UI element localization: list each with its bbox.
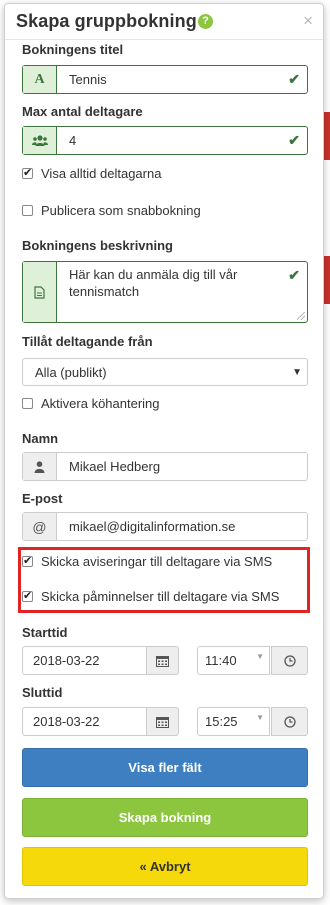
checkbox-unchecked[interactable] xyxy=(22,205,33,216)
sms-notify-checkbox[interactable]: Skicka aviseringar till deltagare via SM… xyxy=(22,554,272,569)
document-icon xyxy=(23,262,57,322)
checkbox-unchecked[interactable] xyxy=(22,398,33,409)
close-icon[interactable]: × xyxy=(303,11,313,31)
user-icon xyxy=(23,453,57,480)
start-clock-button[interactable] xyxy=(271,646,308,675)
caret-down-icon: ▼ xyxy=(292,367,302,378)
caret-down-icon: ▼ xyxy=(256,713,264,722)
sms-remind-text: Skicka påminnelser till deltagare via SM… xyxy=(41,589,280,604)
modal-title: Skapa gruppbokning xyxy=(16,11,197,31)
show-participants-text: Visa alltid deltagarna xyxy=(41,166,162,181)
queue-checkbox[interactable]: Aktivera köhantering xyxy=(22,396,160,411)
start-label: Starttid xyxy=(22,625,68,640)
queue-text: Aktivera köhantering xyxy=(41,396,160,411)
start-time-value: 11:40 xyxy=(205,653,237,668)
name-value: Mikael Hedberg xyxy=(69,459,161,474)
end-time-value: 15:25 xyxy=(205,714,238,729)
end-date-value: 2018-03-22 xyxy=(33,714,100,729)
title-label: Bokningens titel xyxy=(22,42,124,57)
publish-quick-text: Publicera som snabbokning xyxy=(41,203,201,218)
checkbox-checked[interactable] xyxy=(22,554,33,567)
allow-from-value: Alla (publikt) xyxy=(35,365,107,380)
start-time-input[interactable]: 11:40 ▼ xyxy=(197,646,270,675)
description-label: Bokningens beskrivning xyxy=(22,238,173,253)
create-booking-button[interactable]: Skapa bokning xyxy=(22,798,308,837)
start-date-value: 2018-03-22 xyxy=(33,653,100,668)
calendar-icon xyxy=(156,716,169,728)
checkbox-checked[interactable] xyxy=(22,166,33,179)
title-field[interactable]: A Tennis ✔ xyxy=(22,65,308,94)
cancel-button[interactable]: « Avbryt xyxy=(22,847,308,886)
end-calendar-button[interactable] xyxy=(146,707,179,736)
help-icon[interactable]: ? xyxy=(198,14,213,29)
title-value: Tennis xyxy=(69,72,107,87)
name-field[interactable]: Mikael Hedberg xyxy=(22,452,308,481)
max-participants-field[interactable]: 4 ✔ xyxy=(22,126,308,155)
end-clock-button[interactable] xyxy=(271,707,308,736)
at-icon: @ xyxy=(23,513,57,540)
end-time-input[interactable]: 15:25 ▼ xyxy=(197,707,270,736)
allow-from-label: Tillåt deltagande från xyxy=(22,334,153,349)
caret-down-icon: ▼ xyxy=(256,652,264,661)
sms-remind-checkbox[interactable]: Skicka påminnelser till deltagare via SM… xyxy=(22,589,279,604)
checkbox-checked[interactable] xyxy=(22,589,33,602)
allow-from-select[interactable]: Alla (publikt) ▼ xyxy=(22,358,308,386)
start-date-input[interactable]: 2018-03-22 xyxy=(22,646,147,675)
more-fields-button[interactable]: Visa fler fält xyxy=(22,748,308,787)
description-value: Här kan du anmäla dig till vår tennismat… xyxy=(69,267,238,299)
email-value: mikael@digitalinformation.se xyxy=(69,519,236,534)
show-participants-checkbox[interactable]: Visa alltid deltagarna xyxy=(22,166,161,181)
publish-quick-checkbox[interactable]: Publicera som snabbokning xyxy=(22,203,201,218)
end-date-input[interactable]: 2018-03-22 xyxy=(22,707,147,736)
email-label: E-post xyxy=(22,491,63,506)
text-icon: A xyxy=(23,66,57,93)
resize-grip[interactable] xyxy=(297,312,305,320)
start-calendar-button[interactable] xyxy=(146,646,179,675)
check-icon: ✔ xyxy=(288,71,300,87)
check-icon: ✔ xyxy=(288,132,300,148)
email-field[interactable]: @ mikael@digitalinformation.se xyxy=(22,512,308,541)
modal-header: Skapa gruppbokning ? × xyxy=(5,4,323,40)
booking-modal: Skapa gruppbokning ? × Bokningens titel … xyxy=(4,3,324,899)
clock-icon xyxy=(283,715,296,728)
sms-notify-text: Skicka aviseringar till deltagare via SM… xyxy=(41,554,273,569)
calendar-icon xyxy=(156,655,169,667)
name-label: Namn xyxy=(22,431,59,446)
max-participants-label: Max antal deltagare xyxy=(22,104,143,119)
max-participants-value: 4 xyxy=(69,133,77,148)
description-field[interactable]: Här kan du anmäla dig till vår tennismat… xyxy=(22,261,308,323)
users-icon xyxy=(23,127,57,154)
clock-icon xyxy=(283,654,296,667)
end-label: Sluttid xyxy=(22,685,63,700)
check-icon: ✔ xyxy=(288,267,300,283)
